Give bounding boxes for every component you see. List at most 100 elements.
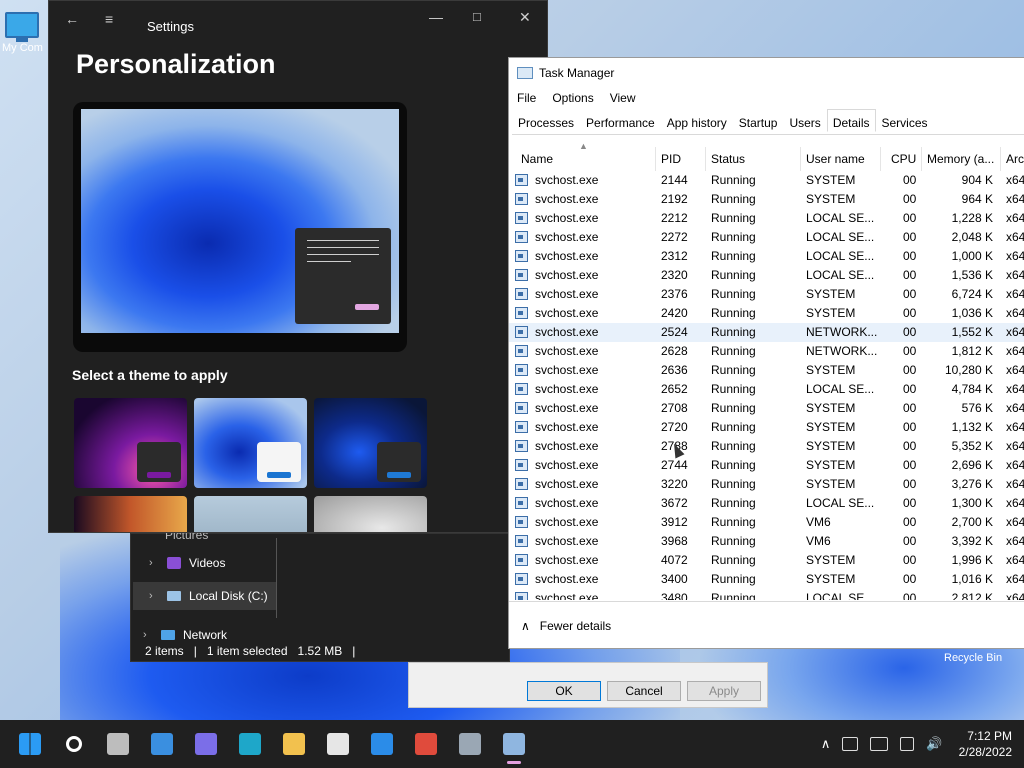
table-row[interactable]: svchost.exe 2212 Running LOCAL SE... 00 1,228…: [509, 209, 1024, 228]
menu-file[interactable]: File: [517, 91, 536, 105]
chrome-icon[interactable]: [410, 728, 442, 760]
tab-services[interactable]: Services: [876, 111, 934, 134]
table-row[interactable]: svchost.exe 2376 Running SYSTEM 00 6,724 K x64: [509, 285, 1024, 304]
search-icon[interactable]: [58, 728, 90, 760]
table-cell: Running: [711, 230, 756, 244]
table-row[interactable]: svchost.exe 2420 Running SYSTEM 00 1,036 K x64: [509, 304, 1024, 323]
table-row[interactable]: svchost.exe 3968 Running VM6 00 3,392 K x64: [509, 532, 1024, 551]
tab-performance[interactable]: Performance: [580, 111, 661, 134]
cancel-button[interactable]: Cancel: [607, 681, 681, 701]
table-row[interactable]: svchost.exe 2708 Running SYSTEM 00 576 K x64: [509, 399, 1024, 418]
table-row[interactable]: svchost.exe 3672 Running LOCAL SE... 00 1,300…: [509, 494, 1024, 513]
task-manager-icon[interactable]: [498, 728, 530, 764]
theme-tile-light-bloom[interactable]: [194, 398, 307, 488]
table-cell: SYSTEM: [806, 287, 856, 301]
settings-icon[interactable]: [454, 728, 486, 760]
table-cell: SYSTEM: [806, 363, 856, 377]
clock[interactable]: 7:12 PM 2/28/2022: [959, 728, 1012, 760]
table-row[interactable]: svchost.exe 2744 Running SYSTEM 00 2,696 K x64: [509, 456, 1024, 475]
theme-tile-captured-motion[interactable]: [74, 496, 187, 532]
theme-tile-sunrise[interactable]: [194, 496, 307, 532]
table-cell: Running: [711, 287, 756, 301]
close-icon[interactable]: ✕: [519, 9, 531, 26]
column-header-name[interactable]: Name: [521, 147, 553, 171]
process-icon: [515, 269, 528, 281]
chevron-right-icon[interactable]: ›: [149, 557, 159, 569]
tab-details[interactable]: Details: [826, 109, 876, 132]
tab-processes[interactable]: Processes: [512, 111, 580, 134]
ok-button[interactable]: OK: [527, 681, 601, 701]
theme-tile-dark-bloom[interactable]: [314, 398, 427, 488]
edge-icon[interactable]: [234, 728, 266, 760]
theme-preview: [73, 102, 407, 352]
menu-options[interactable]: Options: [552, 91, 593, 105]
nav-item-videos[interactable]: › Videos: [149, 556, 225, 570]
back-arrow-icon[interactable]: ←: [65, 11, 79, 27]
fewer-details-link[interactable]: Fewer details: [540, 619, 611, 633]
file-explorer-icon[interactable]: [278, 728, 310, 760]
table-row[interactable]: svchost.exe 4072 Running SYSTEM 00 1,996 K x64: [509, 551, 1024, 570]
keyboard-icon[interactable]: [870, 737, 889, 751]
table-cell: 00: [903, 287, 917, 301]
tab-users[interactable]: Users: [783, 111, 826, 134]
chevron-up-icon[interactable]: ∧: [521, 619, 530, 633]
nav-item-local-disk[interactable]: › Local Disk (C:): [133, 582, 277, 610]
table-cell: svchost.exe: [535, 306, 599, 320]
volume-icon[interactable]: 🔊: [926, 736, 942, 752]
table-cell: 10,280 K: [944, 363, 993, 377]
tab-app-history[interactable]: App history: [661, 111, 733, 134]
table-row[interactable]: svchost.exe 2524 Running NETWORK... 00 1,552 …: [509, 323, 1024, 342]
desktop-icon-my-computer[interactable]: My Com: [2, 12, 43, 54]
table-row[interactable]: svchost.exe 3480 Running LOCAL SE... 00 2,812…: [509, 589, 1024, 600]
column-header-pid[interactable]: PID: [661, 147, 681, 171]
footer: ∧ Fewer details: [509, 601, 1024, 648]
table-row[interactable]: svchost.exe 2272 Running LOCAL SE... 00 2,048…: [509, 228, 1024, 247]
mail-icon[interactable]: [366, 728, 398, 760]
column-header-memory[interactable]: Memory (a...: [927, 147, 999, 171]
table-cell: x64: [1006, 306, 1024, 320]
network-icon[interactable]: [900, 737, 915, 751]
table-cell: x64: [1006, 287, 1024, 301]
theme-tile-flow[interactable]: [314, 496, 427, 532]
widgets-icon[interactable]: [146, 728, 178, 760]
maximize-icon[interactable]: □: [473, 9, 481, 24]
table-row[interactable]: svchost.exe 3400 Running SYSTEM 00 1,016 K x64: [509, 570, 1024, 589]
column-header-row: ▲ Name PID Status User name CPU Memory (…: [509, 141, 1024, 171]
table-cell: x64: [1006, 401, 1024, 415]
theme-tile-glow[interactable]: [74, 398, 187, 488]
menu-icon[interactable]: ≡: [105, 11, 113, 27]
table-cell: x64: [1006, 572, 1024, 586]
preview-window: [295, 228, 391, 324]
column-header-user-name[interactable]: User name: [806, 147, 865, 171]
table-row[interactable]: svchost.exe 2312 Running LOCAL SE... 00 1,000…: [509, 247, 1024, 266]
start-icon[interactable]: [14, 728, 46, 760]
chevron-up-icon[interactable]: ∧: [821, 736, 831, 752]
table-cell: 3672: [661, 496, 688, 510]
table-cell: 964 K: [961, 192, 993, 206]
table-row[interactable]: svchost.exe 2144 Running SYSTEM 00 904 K x64: [509, 171, 1024, 190]
process-icon: [515, 250, 528, 262]
process-icon: [515, 383, 528, 395]
apply-button[interactable]: Apply: [687, 681, 761, 701]
table-cell: svchost.exe: [535, 268, 599, 282]
store-icon[interactable]: [322, 728, 354, 760]
table-row[interactable]: svchost.exe 3912 Running VM6 00 2,700 K x64: [509, 513, 1024, 532]
task-view-icon[interactable]: [102, 728, 134, 760]
chat-icon[interactable]: [190, 728, 222, 760]
minimize-icon[interactable]: —: [429, 9, 443, 25]
table-row[interactable]: svchost.exe 2720 Running SYSTEM 00 1,132 K x64: [509, 418, 1024, 437]
table-row[interactable]: svchost.exe 2320 Running LOCAL SE... 00 1,536…: [509, 266, 1024, 285]
table-row[interactable]: svchost.exe 2636 Running SYSTEM 00 10,280 K x6…: [509, 361, 1024, 380]
menu-view[interactable]: View: [610, 91, 636, 105]
column-header-cpu[interactable]: CPU: [891, 147, 916, 171]
column-header-architecture[interactable]: Arc: [1006, 147, 1024, 171]
table-row[interactable]: svchost.exe 2652 Running LOCAL SE... 00 4,784…: [509, 380, 1024, 399]
tablet-icon[interactable]: [842, 737, 859, 751]
table-row[interactable]: svchost.exe 2628 Running NETWORK... 00 1,812 …: [509, 342, 1024, 361]
table-row[interactable]: svchost.exe 2192 Running SYSTEM 00 964 K x64: [509, 190, 1024, 209]
tab-startup[interactable]: Startup: [733, 111, 784, 134]
chevron-right-icon[interactable]: ›: [149, 590, 159, 602]
table-row[interactable]: svchost.exe 3220 Running SYSTEM 00 3,276 K x64: [509, 475, 1024, 494]
column-header-status[interactable]: Status: [711, 147, 745, 171]
table-row[interactable]: svchost.exe 2788 Running SYSTEM 00 5,352 Kx64: [509, 437, 1024, 456]
